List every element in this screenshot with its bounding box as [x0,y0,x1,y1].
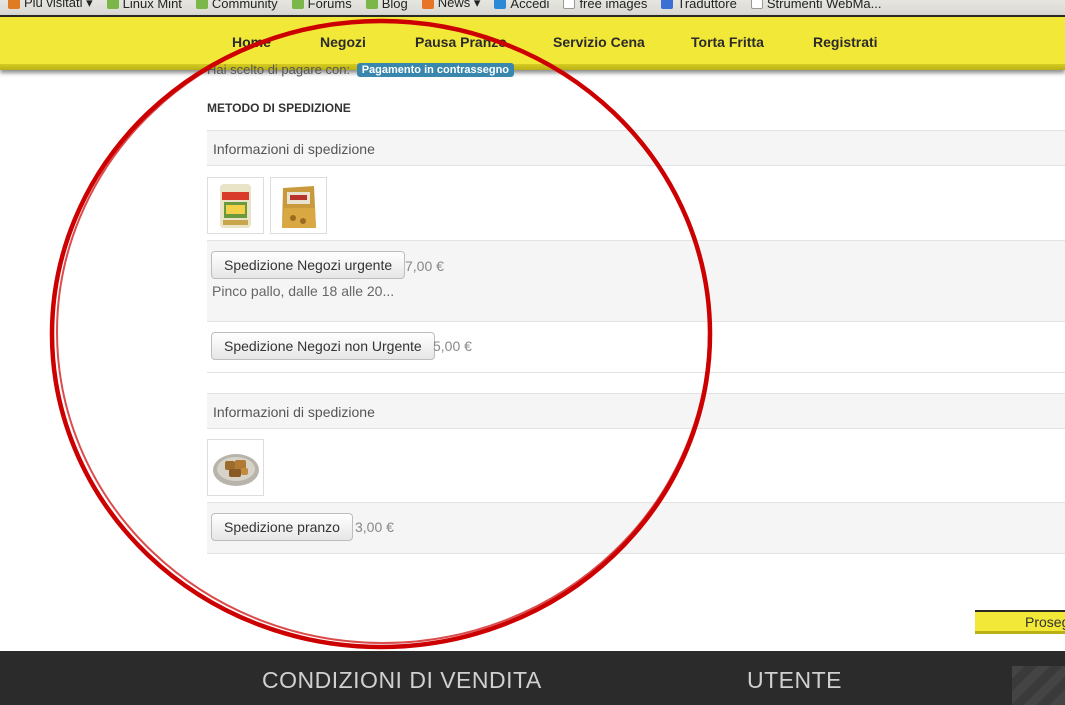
translate-icon [661,0,674,9]
page-icon [750,0,763,9]
bookmark-label: Linux Mint [122,0,182,11]
bookmark-label: Traduttore [677,0,737,11]
main-nav: Home Negozi Pausa Pranzo Servizio Cena T… [0,15,1065,70]
shipping-info-header: Informazioni di spedizione [207,393,1065,429]
rss-icon [421,0,434,9]
bookmark-label: Community [211,0,278,11]
bookmark-label: Accedi [510,0,550,11]
bookmark-most-visited[interactable]: Più visitati ▾ [8,0,93,11]
mint-icon [195,0,208,9]
payment-badge: Pagamento in contrassegno [356,63,515,77]
shipping-price: 3,00 € [355,519,394,535]
payment-prefix: Hai scelto di pagare con: [207,62,351,77]
bookmark-label: free images [579,0,648,11]
bookmark-label: Forums [307,0,352,11]
footer-conditions-title[interactable]: CONDIZIONI DI VENDITA [262,667,542,694]
nav-registrati[interactable]: Registrati [813,34,878,50]
page-icon [563,0,576,9]
shipping-pranzo-button[interactable]: Spedizione pranzo [211,513,353,541]
mint-icon [365,0,378,9]
food-plate-icon [213,454,259,486]
shipping-method-title: METODO DI SPEDIZIONE [207,101,351,115]
shipping-price: 5,00 € [433,338,472,354]
footer-pattern [1012,666,1065,705]
mint-icon [106,0,119,9]
proceed-button[interactable]: Prosegui [975,610,1065,634]
nav-torta-fritta[interactable]: Torta Fritta [691,34,764,50]
nav-pausa-pranzo[interactable]: Pausa Pranzo [415,34,507,50]
footer-user-title[interactable]: UTENTE [747,667,842,694]
shipping-info-header: Informazioni di spedizione [207,130,1065,166]
product-thumbnail [270,177,327,234]
product-thumbnail [207,177,264,234]
bookmark-free-images[interactable]: free images [563,0,647,11]
shipping-option-row: Spedizione Negozi non Urgente 5,00 € [207,322,1065,373]
bookmark-blog[interactable]: Blog [365,0,408,11]
nav-negozi[interactable]: Negozi [320,34,366,50]
shipping-urgent-button[interactable]: Spedizione Negozi urgente [211,251,406,279]
shipping-option-row: Spedizione Negozi urgente 7,00 € Pinco p… [207,240,1065,322]
product-thumbnail [207,439,264,496]
pasta-package-icon [220,184,251,228]
windows-icon [494,0,507,9]
bookmark-label: Più visitati ▾ [24,0,93,10]
bookmark-label: Strumenti WebMa... [766,0,882,11]
bookmark-forums[interactable]: Forums [291,0,352,11]
shipping-price: 7,00 € [405,258,444,274]
bag-package-icon [282,186,316,228]
shipping-option-row: Spedizione pranzo 3,00 € [207,502,1065,554]
mint-icon [291,0,304,9]
bookmark-label: News ▾ [437,0,481,10]
most-visited-icon [8,0,20,9]
nav-servizio-cena[interactable]: Servizio Cena [553,34,645,50]
bookmarks-toolbar: Più visitati ▾ Linux Mint Community Foru… [0,0,1065,16]
bookmark-traduttore[interactable]: Traduttore [661,0,737,11]
shipping-description: Pinco pallo, dalle 18 alle 20... [212,283,395,299]
bookmark-accedi[interactable]: Accedi [494,0,549,11]
bookmark-linux-mint[interactable]: Linux Mint [106,0,182,11]
bookmark-strumenti[interactable]: Strumenti WebMa... [750,0,882,11]
nav-home[interactable]: Home [232,34,271,50]
footer: CONDIZIONI DI VENDITA UTENTE [0,651,1065,705]
bookmark-news[interactable]: News ▾ [421,0,481,11]
shipping-non-urgent-button[interactable]: Spedizione Negozi non Urgente [211,332,435,360]
bookmark-label: Blog [381,0,408,11]
payment-summary: Hai scelto di pagare con: Pagamento in c… [207,62,515,77]
bookmark-community[interactable]: Community [195,0,278,11]
